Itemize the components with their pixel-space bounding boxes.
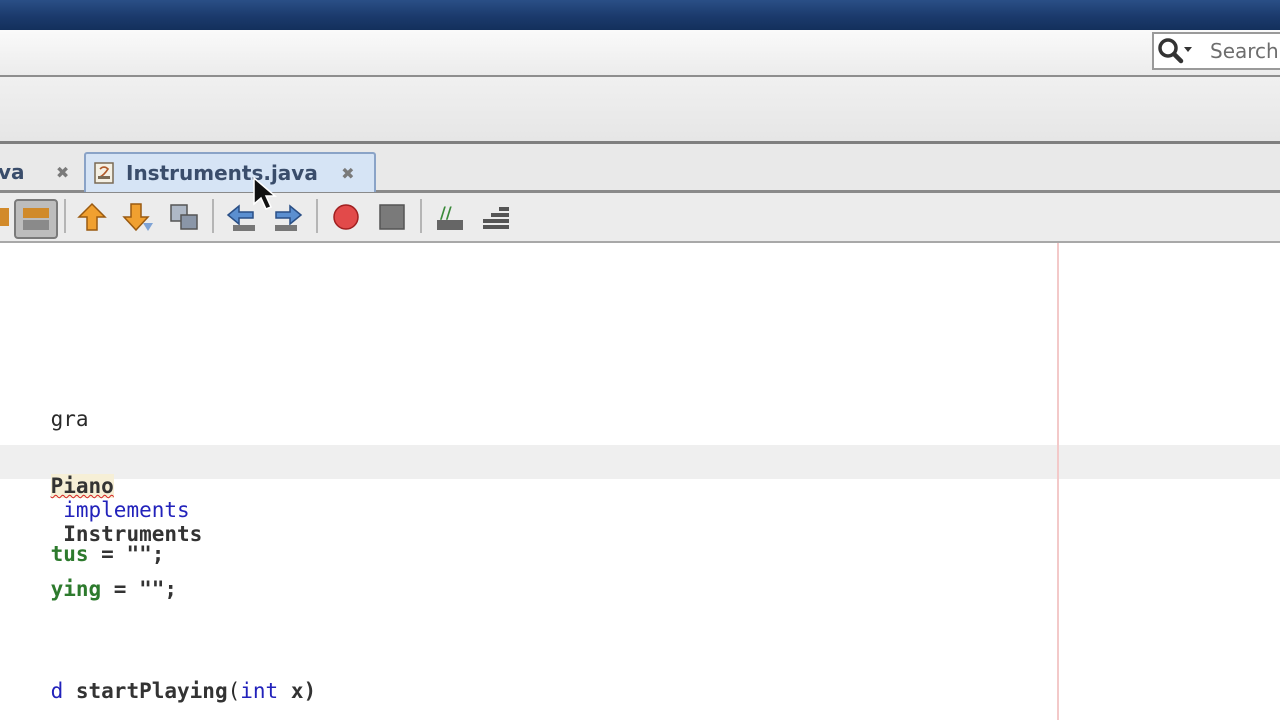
code-text: ( — [227, 679, 241, 703]
next-bookmark-icon[interactable] — [118, 199, 158, 235]
code-editor[interactable]: gra Piano implements Instruments tus = "… — [0, 243, 1280, 720]
main-toolbar — [0, 30, 1280, 77]
bookmark-toggle-icon[interactable] — [14, 199, 58, 239]
code-line: gra — [0, 383, 89, 455]
right-margin-guide — [1057, 243, 1059, 720]
tab-previous-file[interactable]: va ✖ — [0, 154, 78, 190]
editor-tab-strip: va ✖ Instruments.java ✖ — [0, 144, 1280, 193]
class-name: Piano — [50, 474, 114, 498]
find-selection-icon[interactable] — [164, 199, 204, 235]
code-line: ying = ""; — [0, 553, 177, 625]
close-icon[interactable]: ✖ — [340, 164, 356, 183]
search-placeholder: Search — [1210, 39, 1279, 63]
stop-macro-recording-icon[interactable] — [372, 199, 412, 235]
tab-label: va — [0, 160, 25, 184]
window-title-bar — [0, 0, 1280, 30]
search-icon[interactable] — [1154, 34, 1196, 68]
tab-instruments-java[interactable]: Instruments.java ✖ — [84, 152, 376, 192]
code-line: d startPlaying(int x) — [0, 655, 317, 727]
keyword: d — [50, 679, 76, 703]
field-name: ying — [50, 577, 102, 601]
java-file-icon — [92, 161, 116, 185]
previous-bookmark-icon[interactable] — [72, 199, 112, 235]
close-icon[interactable]: ✖ — [55, 163, 71, 182]
code-text: = ""; — [101, 577, 178, 601]
mouse-pointer-icon — [252, 176, 282, 212]
keyword: int — [240, 679, 279, 703]
uncomment-icon[interactable] — [476, 199, 516, 235]
search-field[interactable]: Search — [1152, 32, 1280, 70]
svg-text://: // — [440, 203, 452, 222]
method-name: startPlaying — [75, 679, 228, 703]
secondary-toolbar — [0, 77, 1280, 144]
editor-toolbar: // — [0, 193, 1280, 243]
code-text: gra — [50, 407, 89, 431]
comment-icon[interactable]: // — [430, 199, 470, 235]
tab-label: Instruments.java — [126, 161, 318, 185]
code-text: x) — [278, 679, 317, 703]
start-macro-recording-icon[interactable] — [326, 199, 366, 235]
